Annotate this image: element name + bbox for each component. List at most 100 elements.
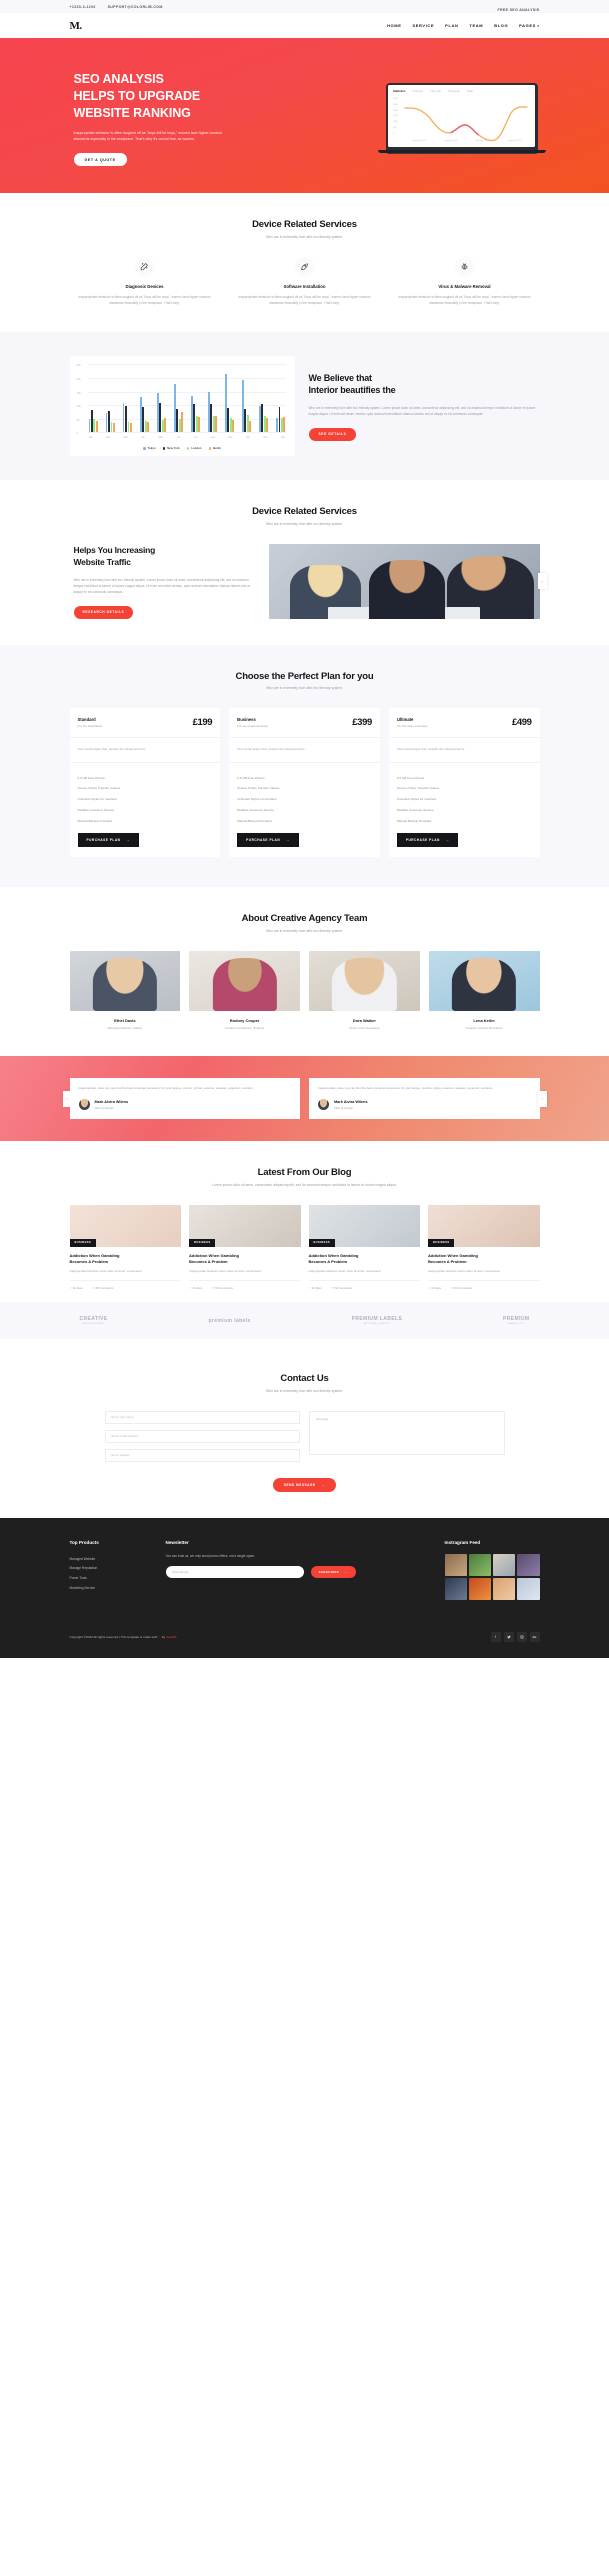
nav-item-service[interactable]: SERVICE [412, 23, 434, 28]
chart-legend-item[interactable]: New York [162, 446, 180, 450]
get-a-quote-button[interactable]: GET A QUOTE [73, 153, 127, 167]
research-details-button[interactable]: RESEARCH DETAILS [73, 605, 134, 619]
believe-paragraph: Who are in extremely love with eco frien… [308, 406, 536, 417]
service-title: Virus & Malware Removal [438, 283, 491, 289]
blog-post-card[interactable]: BUSINESS Addiction When Gambling Becomes … [308, 1204, 421, 1290]
post-title[interactable]: Addiction When Gambling Becomes A Problem [70, 1253, 182, 1265]
purchase-plan-button[interactable]: PURCHASE PLAN → [237, 833, 299, 848]
service-card[interactable]: Diagnosis Devices Inappropriate behavior… [70, 256, 220, 307]
member-role: Senior Core Developer [349, 1025, 380, 1030]
service-card[interactable]: Software Installation Inappropriate beha… [230, 256, 380, 307]
nav-item-home[interactable]: HOME [387, 23, 401, 28]
instagram-thumbnail[interactable] [517, 1578, 540, 1601]
name-field[interactable]: Enter your name [104, 1410, 300, 1424]
footer-link[interactable]: Marketing Service [70, 1583, 150, 1593]
post-tag[interactable]: BUSINESS [69, 1238, 96, 1247]
send-message-button[interactable]: SEND MESSAGE → [272, 1477, 337, 1492]
team-member[interactable]: Dora Walker Senior Core Developer [309, 950, 420, 1030]
post-tag[interactable]: BUSINESS [428, 1238, 455, 1247]
post-tag[interactable]: BUSINESS [189, 1238, 216, 1247]
nav-item-pages[interactable]: PAGES ▾ [519, 23, 539, 28]
chart-legend-item[interactable]: London [186, 446, 202, 450]
post-title[interactable]: Addiction When Gambling Becomes A Problem [428, 1253, 540, 1265]
team-member[interactable]: Lena Keller Creative Content Developer [428, 950, 540, 1030]
member-photo [69, 950, 181, 1011]
purchase-plan-button[interactable]: PURCHASE PLAN → [77, 833, 140, 848]
plan-description: Few would argue that, despite the advanc… [388, 738, 540, 764]
behance-icon[interactable]: Be [529, 1632, 540, 1643]
plan-feature: Manual Backup Provided [77, 818, 112, 823]
purchase-plan-label: PURCHASE PLAN [246, 838, 281, 843]
post-tag[interactable]: BUSINESS [308, 1238, 335, 1247]
plan-header: Business For the small Company £399 [229, 708, 380, 739]
subject-field[interactable]: Enter Subject [104, 1448, 300, 1462]
y-tick: 500 [393, 126, 397, 129]
brand-name: PREMIUM [503, 1316, 530, 1323]
kebab-menu-icon[interactable]: ⋮ [527, 88, 531, 92]
chart-bar-group [207, 364, 218, 433]
see-details-button[interactable]: SEE DETAILS [308, 427, 357, 441]
member-name: Ethel Davis [114, 1017, 136, 1023]
team-member[interactable]: Ethel Davis Managing Director (Sales) [69, 950, 181, 1030]
newsletter-email-input[interactable]: Enter Email [165, 1565, 304, 1578]
hero-paragraph: Inappropriate behavior is often laughed … [73, 130, 223, 142]
support-email[interactable]: SUPPORT@COLORLIB.COM [108, 5, 163, 9]
blog-post-card[interactable]: BUSINESS Addiction When Gambling Becomes … [428, 1204, 540, 1290]
post-likes: ♡ 1K likes [69, 1286, 83, 1291]
testimonial-next-button[interactable]: › [537, 1090, 547, 1107]
blog-post-card[interactable]: BUSINESS Addiction When Gambling Becomes … [69, 1204, 182, 1291]
free-seo-analysis-link[interactable]: FREE SEO ANALYSIS [498, 8, 540, 12]
purchase-plan-label: PURCHASE PLAN [86, 838, 121, 843]
testimonial-role: CEO at Google [334, 1105, 353, 1110]
dashboard-tab-overview[interactable]: Overview [412, 90, 423, 93]
blog-post-card[interactable]: BUSINESS Addiction When Gambling Becomes … [189, 1204, 301, 1290]
instagram-thumbnail[interactable] [493, 1553, 516, 1577]
traffic-section: Device Related Services Who are in extre… [0, 480, 609, 645]
brand-tagline: LABELS CO. [507, 1323, 525, 1326]
chart-x-tick: Feb [105, 436, 111, 440]
instagram-thumbnail[interactable] [444, 1578, 467, 1601]
footer-link[interactable]: Power Tools [70, 1573, 150, 1583]
chart-bar-group [190, 364, 201, 433]
instagram-thumbnail[interactable] [517, 1553, 540, 1577]
member-role: Creative Art Director (Project) [225, 1025, 265, 1030]
instagram-thumbnail[interactable] [468, 1553, 491, 1577]
chart-bar [130, 423, 132, 433]
post-image: BUSINESS [428, 1204, 540, 1247]
dashboard-tab-this-week[interactable]: This week [448, 90, 460, 93]
message-field[interactable]: Message [309, 1410, 505, 1455]
subscribe-button[interactable]: SUBSCRIBE → [310, 1565, 356, 1578]
site-logo[interactable]: M. [70, 20, 83, 32]
chart-legend-item[interactable]: Tokyo [142, 446, 156, 450]
instagram-thumbnail[interactable] [444, 1553, 467, 1577]
chart-x-tick: Mar [123, 436, 128, 440]
email-field[interactable]: Enter email address [104, 1429, 300, 1443]
twitter-icon[interactable] [503, 1632, 514, 1643]
instagram-thumbnail[interactable] [493, 1578, 516, 1601]
post-title[interactable]: Addiction When Gambling Becomes A Problem [309, 1253, 421, 1265]
instagram-thumbnail[interactable] [468, 1578, 491, 1601]
post-title[interactable]: Addiction When Gambling Becomes A Problem [189, 1253, 301, 1265]
member-face [212, 957, 277, 1011]
chart-legend-item[interactable]: Berlin [208, 446, 221, 450]
purchase-plan-button[interactable]: PURCHASE PLAN → [396, 833, 459, 848]
footer-link[interactable]: Managed Website [70, 1554, 150, 1564]
laptop-chart-x-axis: January 2019 January 2019 January 2019 J… [403, 140, 530, 142]
nav-item-plan[interactable]: PLAN [445, 23, 458, 28]
slider-next-button[interactable]: › [537, 573, 547, 590]
nav-item-team[interactable]: TEAM [469, 23, 483, 28]
colorlib-link[interactable]: Colorlib [166, 1635, 177, 1639]
traffic-section-subtitle: Who are in extremely love with eco frien… [265, 521, 344, 526]
team-member[interactable]: Rodney Cooper Creative Art Director (Pro… [189, 950, 300, 1030]
nav-item-blog[interactable]: BLOG [494, 23, 508, 28]
footer-link[interactable]: Manage Reputation [70, 1564, 150, 1574]
member-photo [189, 950, 300, 1011]
y-tick: 1000 [393, 121, 398, 124]
phone-number[interactable]: +1233-3-1203 [70, 5, 96, 9]
dashboard-tab-this-year[interactable]: This year [430, 90, 441, 93]
facebook-icon[interactable]: f [490, 1632, 501, 1643]
dribbble-icon[interactable] [516, 1632, 527, 1643]
dashboard-tab-today[interactable]: Today [467, 90, 474, 93]
service-card[interactable]: Virus & Malware Removal Inappropriate be… [390, 256, 540, 307]
laptop-foot [386, 153, 537, 155]
